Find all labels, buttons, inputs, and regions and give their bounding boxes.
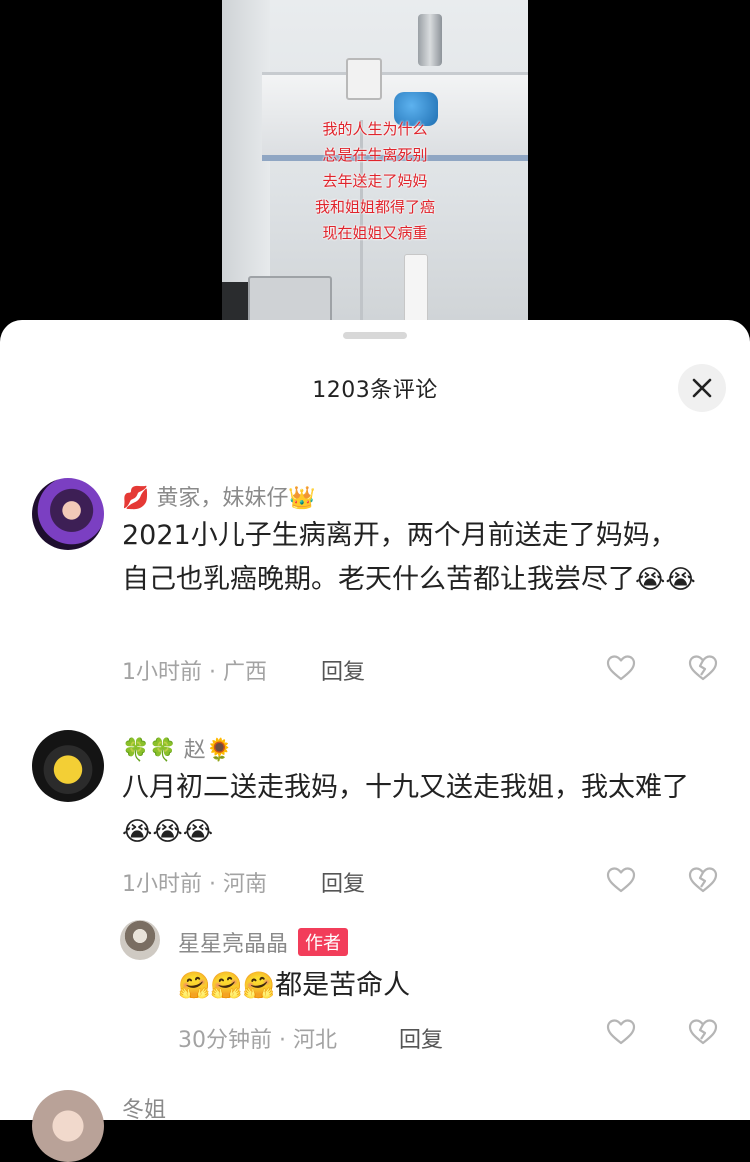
drag-handle[interactable]	[343, 332, 407, 339]
comment-body: 2021小儿子生病离开，两个月前送走了妈妈，自己也乳癌晚期。老天什么苦都让我尝尽…	[122, 520, 677, 595]
heart-outline-icon[interactable]	[606, 654, 636, 682]
comment-author[interactable]: 🍀🍀 赵🌻	[122, 732, 233, 764]
author-name: 黄家，妹妹仔	[156, 486, 289, 511]
name-emoji: 👑	[288, 486, 316, 511]
comment-author[interactable]: 💋 黄家，妹妹仔👑	[122, 480, 316, 512]
comment-meta: 1小时前 · 广西	[122, 660, 267, 685]
author-name: 赵	[183, 738, 206, 763]
caption-line: 现在姐姐又病重	[322, 224, 428, 242]
crying-emoji: 😭😭😭	[122, 817, 214, 847]
name-emoji: 🌻	[205, 738, 234, 763]
wall-socket	[346, 58, 382, 100]
comment-text: 八月初二送走我妈，十九又送走我姐，我太难了 😭😭😭	[122, 766, 702, 854]
reply-meta: 30分钟前 · 河北	[178, 1028, 337, 1053]
video-caption: 我的人生为什么 总是在生离死别 去年送走了妈妈 我和姐姐都得了癌 现在姐姐又病重	[222, 116, 528, 246]
heart-outline-icon[interactable]	[606, 1018, 636, 1046]
reply-button[interactable]: 回复	[321, 654, 365, 686]
broken-heart-icon[interactable]	[688, 1018, 718, 1046]
reply-author[interactable]: 星星亮晶晶 作者	[178, 926, 349, 958]
reply-body: 都是苦命人	[275, 970, 411, 1001]
comment-author[interactable]: 冬姐	[122, 1092, 166, 1124]
power-strip	[404, 254, 428, 330]
reply-button[interactable]: 回复	[321, 866, 365, 898]
comment-text: 2021小儿子生病离开，两个月前送走了妈妈，自己也乳癌晚期。老天什么苦都让我尝尽…	[122, 514, 702, 602]
oxygen-valve	[418, 14, 442, 66]
caption-line: 去年送走了妈妈	[322, 172, 428, 190]
video-frame[interactable]: 我的人生为什么 总是在生离死别 去年送走了妈妈 我和姐姐都得了癌 现在姐姐又病重	[222, 0, 528, 330]
caption-line: 总是在生离死别	[322, 146, 428, 164]
avatar[interactable]	[32, 1090, 104, 1162]
comment-sheet: 1203条评论 💋 黄家，妹妹仔👑 2021小儿子生病离开，两个月前送走了妈妈，…	[0, 320, 750, 1162]
author-badge: 作者	[298, 928, 349, 956]
reply-text: 🤗🤗🤗都是苦命人	[178, 964, 678, 1008]
comment-count-title: 1203条评论	[312, 378, 438, 403]
avatar[interactable]	[120, 920, 160, 960]
heart-outline-icon[interactable]	[606, 866, 636, 894]
avatar[interactable]	[32, 478, 104, 550]
author-name: 星星亮晶晶	[178, 932, 289, 957]
hug-emoji: 🤗🤗🤗	[178, 971, 276, 1001]
crying-emoji: 😭😭	[635, 565, 696, 595]
avatar[interactable]	[32, 730, 104, 802]
comment-meta: 1小时前 · 河南	[122, 872, 267, 897]
broken-heart-icon[interactable]	[688, 654, 718, 682]
caption-line: 我的人生为什么	[322, 120, 428, 138]
comment-body: 八月初二送走我妈，十九又送走我姐，我太难了	[122, 772, 689, 803]
caption-line: 我和姐姐都得了癌	[314, 198, 435, 216]
name-emoji: 🍀🍀	[122, 738, 177, 763]
close-icon	[692, 378, 712, 398]
broken-heart-icon[interactable]	[688, 866, 718, 894]
name-emoji: 💋	[122, 486, 150, 511]
close-button[interactable]	[678, 364, 726, 412]
reply-button[interactable]: 回复	[399, 1022, 443, 1054]
